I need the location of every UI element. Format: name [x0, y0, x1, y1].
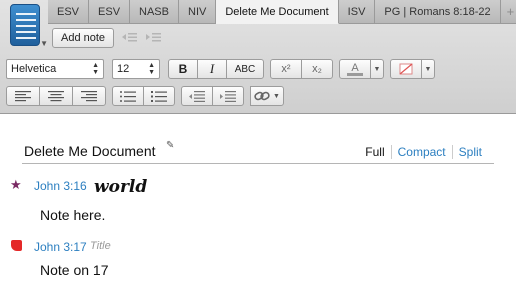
subscript-button[interactable]: x₂	[301, 59, 333, 79]
font-family-select[interactable]: Helvetica ▲ ▼	[6, 59, 104, 79]
tab-delete-me-document[interactable]: Delete Me Document	[216, 0, 339, 24]
flag-marker-icon[interactable]	[11, 240, 22, 251]
chevron-down-icon: ▼	[40, 39, 48, 48]
app-menu-icon[interactable]: ▼	[4, 2, 48, 50]
align-center-button[interactable]	[39, 86, 73, 106]
bullet-list-icon	[120, 90, 136, 102]
paragraph-toolbar: ▼	[6, 85, 284, 107]
star-marker-icon[interactable]: ★	[10, 177, 22, 193]
tab-nasb[interactable]: NASB	[130, 0, 179, 24]
highlight-dropdown-icon[interactable]: ▼	[421, 59, 435, 79]
link-dropdown-icon: ▼	[273, 92, 280, 100]
align-left-icon	[15, 90, 31, 101]
note-1-body[interactable]: Note here.	[40, 207, 105, 223]
numbered-list-icon	[151, 90, 167, 102]
tab-pg-romans[interactable]: PG | Romans 8:18-22	[375, 0, 501, 24]
outdent-icon	[189, 90, 205, 102]
note-2-title-field[interactable]: Title	[90, 240, 111, 252]
top-chrome: ▼ ESV ESV NASB NIV Delete Me Document IS…	[0, 0, 516, 114]
new-tab-button[interactable]: +	[500, 0, 516, 24]
view-split-link[interactable]: Split	[451, 145, 488, 159]
indent-note-icon[interactable]	[144, 31, 162, 46]
link-icon	[254, 91, 270, 101]
list-group	[112, 86, 175, 106]
stepper-icon: ▲ ▼	[148, 62, 155, 76]
indent-icon	[220, 90, 236, 102]
tab-bar: ESV ESV NASB NIV Delete Me Document ISV …	[48, 0, 516, 24]
edit-title-pencil-icon[interactable]: ✎	[166, 140, 174, 151]
increase-indent-button[interactable]	[212, 86, 244, 106]
link-group: ▼	[250, 86, 284, 106]
align-left-button[interactable]	[6, 86, 40, 106]
note-2-body[interactable]: Note on 17	[40, 262, 109, 278]
bold-button[interactable]: B	[168, 59, 198, 79]
add-note-button[interactable]: Add note	[52, 28, 115, 48]
color-swatch	[347, 73, 363, 76]
highlight-color-button[interactable]	[390, 59, 422, 79]
tab-niv[interactable]: NIV	[179, 0, 217, 24]
text-color-button[interactable]: A	[339, 59, 371, 79]
insert-link-button[interactable]: ▼	[250, 86, 284, 106]
italic-button[interactable]: I	[197, 59, 227, 79]
style-group: B I ABC	[168, 59, 264, 79]
font-family-value: Helvetica	[11, 63, 57, 75]
tab-isv[interactable]: ISV	[338, 0, 376, 24]
note-toolbar: Add note	[48, 26, 162, 50]
document-title[interactable]: Delete Me Document	[24, 143, 156, 159]
align-right-button[interactable]	[72, 86, 106, 106]
view-compact-link[interactable]: Compact	[390, 145, 452, 159]
numbered-list-button[interactable]	[143, 86, 175, 106]
outdent-note-icon[interactable]	[120, 31, 138, 46]
no-highlight-icon	[399, 63, 413, 75]
highlight-group: ▼	[390, 59, 435, 79]
tab-esv-1[interactable]: ESV	[48, 0, 90, 24]
decrease-indent-button[interactable]	[181, 86, 213, 106]
font-size-value: 12	[117, 63, 130, 75]
superscript-button[interactable]: x²	[270, 59, 302, 79]
note-1-title[interactable]: world	[94, 177, 147, 197]
text-color-group: A ▼	[339, 59, 384, 79]
align-right-icon	[81, 90, 97, 101]
note-2-reference-link[interactable]: John 3:17	[34, 240, 87, 254]
view-mode-switcher: Full Compact Split	[359, 145, 488, 159]
note-1-reference-link[interactable]: John 3:16	[34, 179, 87, 193]
title-divider	[22, 163, 494, 164]
font-size-select[interactable]: 12 ▲ ▼	[112, 59, 160, 79]
view-full-link[interactable]: Full	[359, 145, 390, 159]
script-group: x² x₂	[270, 59, 333, 79]
align-center-icon	[48, 90, 64, 101]
book-icon	[10, 4, 40, 46]
text-color-dropdown-icon[interactable]: ▼	[370, 59, 384, 79]
bullet-list-button[interactable]	[112, 86, 144, 106]
small-caps-button[interactable]: ABC	[226, 59, 264, 79]
format-toolbar: Helvetica ▲ ▼ 12 ▲ ▼ B I ABC x² x₂ A ▼ ▼	[6, 58, 435, 80]
stepper-icon: ▲ ▼	[92, 62, 99, 76]
alignment-group	[6, 86, 106, 106]
indent-group	[181, 86, 244, 106]
tab-esv-2[interactable]: ESV	[89, 0, 131, 24]
